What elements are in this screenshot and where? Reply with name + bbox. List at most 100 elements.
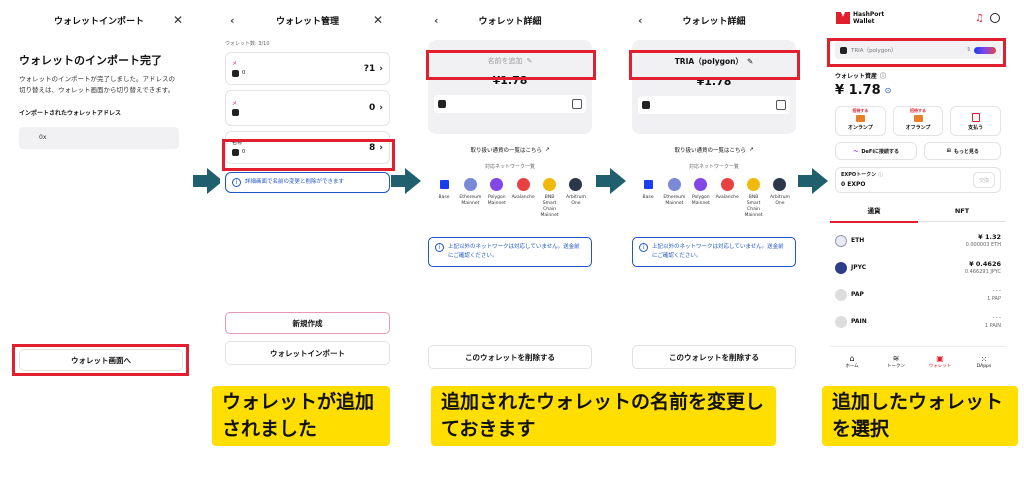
expo-value: 0 EXPO xyxy=(841,181,866,188)
hashport-logo-icon xyxy=(836,12,850,24)
polygon-icon xyxy=(694,178,708,191)
logo-line2: Wallet xyxy=(853,18,875,25)
supported-tokens-link[interactable]: 取り扱い通貨の一覧はこちら xyxy=(674,146,746,154)
highlight-wallet-select xyxy=(827,38,1006,67)
network-arbitrum: Arbitrum One xyxy=(564,178,588,219)
token-row[interactable]: PAIN - - -1 PAIN xyxy=(835,308,1001,335)
pap-icon xyxy=(835,288,847,301)
network-ethereum: Ethereum Mainnet xyxy=(662,178,686,219)
onramp-button[interactable]: 招待する オンランプ xyxy=(835,106,886,136)
nav-home[interactable]: ⌂ ホーム xyxy=(830,354,874,369)
wallet-name: メ xyxy=(232,60,238,67)
panel4-title: ウォレット詳細 xyxy=(682,16,746,27)
chevron-right-icon: › xyxy=(379,103,383,113)
info-icon: i xyxy=(639,243,648,252)
caption-rename-wallet: 追加されたウォレットの名前を変更しておきます xyxy=(431,386,776,446)
assets-value: ¥ 1.78 xyxy=(835,83,881,98)
supported-networks-label: 対応ネットワーク一覧 xyxy=(688,164,739,170)
back-icon[interactable]: ‹ xyxy=(638,14,643,27)
notification-icon[interactable]: ♫ xyxy=(975,13,984,24)
link-icon: 〜 xyxy=(853,148,859,155)
copy-icon[interactable] xyxy=(776,100,786,110)
refresh-icon[interactable]: ⊙ xyxy=(885,86,892,95)
supported-networks-label: 対応ネットワーク一覧 xyxy=(484,164,535,170)
network-list: Base Ethereum Mainnet Polygon Mainnet Av… xyxy=(424,178,596,219)
more-button[interactable]: ⊞ もっと見る xyxy=(924,142,1001,160)
base-icon xyxy=(643,180,653,189)
eth-icon xyxy=(835,234,847,247)
close-icon[interactable]: ✕ xyxy=(373,13,383,27)
dapps-icon: ⁙ xyxy=(980,354,988,364)
bnb-icon xyxy=(747,178,761,191)
panel2-title: ウォレット管理 xyxy=(275,16,339,27)
network-notice-text: 上記以外のネットワークは対応していません。送金前にご確認ください。 xyxy=(652,244,784,259)
wallet-card-2[interactable]: メ 0 › xyxy=(225,90,390,126)
panel1-title: ウォレットインポート xyxy=(53,16,144,27)
highlight-name-set xyxy=(629,50,800,80)
nav-token[interactable]: ≋ トークン xyxy=(874,354,918,369)
polygon-icon xyxy=(490,178,504,191)
caption-select-wallet: 追加したウォレットを選択 xyxy=(822,386,1018,446)
rename-notice: i 詳細画面で名前の変更と削除ができます xyxy=(225,172,390,193)
token-row[interactable]: PAP - - -1 PAP xyxy=(835,281,1001,308)
network-ethereum: Ethereum Mainnet xyxy=(458,178,482,219)
tab-nft[interactable]: NFT xyxy=(918,207,1006,222)
info-icon: ⓘ xyxy=(878,172,884,178)
claim-button[interactable]: 交換 xyxy=(973,172,995,188)
token-row[interactable]: JPYC ¥ 0.4626 0.466291 JPYC xyxy=(835,254,1001,281)
token-row[interactable]: ETH ¥ 1.32 0.000003 ETH xyxy=(835,227,1001,254)
panel3-title: ウォレット詳細 xyxy=(478,16,542,27)
wallet-balance: 0 xyxy=(242,69,246,76)
step-arrow-4 xyxy=(798,168,828,194)
create-wallet-button[interactable]: 新規作成 xyxy=(225,312,390,334)
step-arrow-2 xyxy=(391,168,421,194)
back-icon[interactable]: ‹ xyxy=(230,14,235,27)
panel4-header: ‹ ウォレット詳細 xyxy=(628,0,800,40)
offramp-badge: 招待する xyxy=(910,108,926,113)
logo-line1: HashPort xyxy=(853,11,885,18)
import-heading: ウォレットのインポート完了 xyxy=(19,54,162,67)
wallet-nav-icon: ▣ xyxy=(936,354,944,363)
wallet-icon xyxy=(232,69,239,77)
caption-wallet-added: ウォレットが追加されました xyxy=(212,386,390,446)
pay-icon xyxy=(971,113,980,122)
defi-connect-button[interactable]: 〜 DeFiに接続する xyxy=(835,142,918,160)
info-icon: i xyxy=(232,178,241,187)
offramp-button[interactable]: 招待する オフランプ xyxy=(892,106,944,136)
wallet-value: ?1 xyxy=(363,63,376,74)
tab-currency[interactable]: 通貨 xyxy=(830,205,918,223)
info-icon[interactable]: ⓘ xyxy=(880,71,886,80)
wallet-card-1[interactable]: メ 0 ?1 › xyxy=(225,52,390,85)
network-notice: i 上記以外のネットワークは対応していません。送金前にご確認ください。 xyxy=(632,237,796,267)
back-icon[interactable]: ‹ xyxy=(434,14,439,27)
network-avalanche: Avalanche xyxy=(511,178,535,219)
network-notice: i 上記以外のネットワークは対応していません。送金前にご確認ください。 xyxy=(428,237,592,267)
ethereum-icon xyxy=(667,178,681,191)
address-label: インポートされたウォレットアドレス xyxy=(19,110,122,117)
network-polygon: Polygon Mainnet xyxy=(689,178,713,219)
address-row xyxy=(638,96,790,114)
close-icon[interactable]: ✕ xyxy=(173,13,183,27)
wallet-icon xyxy=(642,101,650,109)
wallet-name: メ xyxy=(232,101,238,107)
onramp-icon xyxy=(855,115,865,122)
grid-icon: ⊞ xyxy=(946,148,951,154)
delete-wallet-button[interactable]: このウォレットを削除する xyxy=(428,345,592,369)
highlight-go-wallet xyxy=(12,344,189,376)
token-icon: ≋ xyxy=(892,354,900,363)
supported-tokens-link[interactable]: 取り扱い通貨の一覧はこちら xyxy=(470,146,542,154)
ethereum-icon xyxy=(463,178,477,191)
pay-button[interactable]: 支払う xyxy=(950,106,1002,136)
import-wallet-button[interactable]: ウォレットインポート xyxy=(225,341,390,365)
network-base: Base xyxy=(636,178,660,219)
address-field: 0x xyxy=(19,127,179,149)
copy-icon[interactable] xyxy=(572,99,582,109)
nav-wallet[interactable]: ▣ ウォレット xyxy=(918,354,962,369)
panel1-header: ウォレットインポート ✕ xyxy=(3,0,195,40)
network-base: Base xyxy=(432,178,456,219)
delete-wallet-button[interactable]: このウォレットを削除する xyxy=(632,345,796,369)
panel3-header: ‹ ウォレット詳細 xyxy=(424,0,596,40)
nav-dapps[interactable]: ⁙ DApps xyxy=(962,355,1006,369)
home-icon: ⌂ xyxy=(849,354,855,363)
account-icon[interactable] xyxy=(990,13,1000,23)
